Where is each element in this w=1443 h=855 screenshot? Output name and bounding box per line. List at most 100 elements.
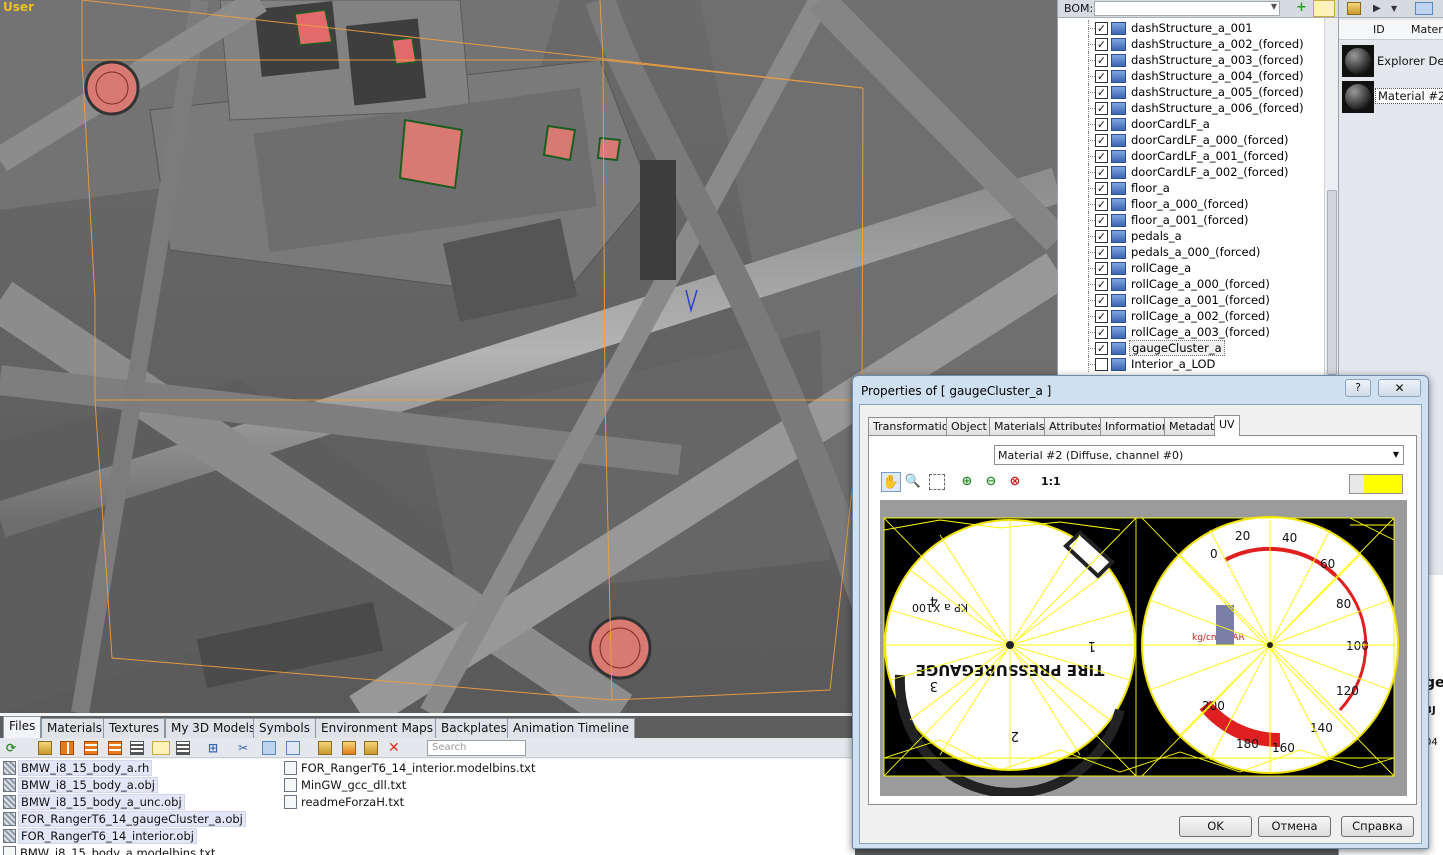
bom-tool-button[interactable] bbox=[1313, 0, 1335, 17]
tab-symbols[interactable]: Symbols bbox=[253, 718, 316, 738]
search-input[interactable]: Search bbox=[427, 740, 526, 756]
cancel-button[interactable]: Отмена bbox=[1258, 816, 1331, 837]
visibility-checkbox[interactable]: ✓ bbox=[1095, 294, 1108, 307]
help-button[interactable]: Справка bbox=[1341, 816, 1414, 837]
uv-canvas[interactable]: TIRE PRESSUREGAUGE KP a X100 1 2 3 4 0 2… bbox=[880, 500, 1407, 796]
visibility-checkbox[interactable]: ✓ bbox=[1095, 86, 1108, 99]
cut-icon[interactable]: ✂ bbox=[238, 741, 252, 755]
tree-item[interactable]: ✓ dashStructure_a_006_(forced) bbox=[1058, 100, 1324, 116]
view-medium-icon[interactable] bbox=[84, 741, 98, 755]
tree-item[interactable]: ✓ doorCardLF_a_001_(forced) bbox=[1058, 148, 1324, 164]
new-folder-icon[interactable] bbox=[318, 741, 332, 755]
visibility-checkbox[interactable]: ✓ bbox=[1095, 214, 1108, 227]
wire-color-picker[interactable] bbox=[1349, 474, 1403, 494]
visibility-checkbox[interactable]: ✓ bbox=[1095, 22, 1108, 35]
visibility-checkbox[interactable]: ✓ bbox=[1095, 54, 1108, 67]
tab-materials[interactable]: Materials bbox=[41, 718, 109, 738]
tab-files[interactable]: Files bbox=[3, 716, 42, 738]
tree-item[interactable]: ✓ rollCage_a_002_(forced) bbox=[1058, 308, 1324, 324]
visibility-checkbox[interactable]: ✓ bbox=[1095, 182, 1108, 195]
visibility-checkbox[interactable]: ✓ bbox=[1095, 102, 1108, 115]
visibility-checkbox[interactable]: ✓ bbox=[1095, 118, 1108, 131]
zoom-in-icon[interactable]: ⊕ bbox=[957, 472, 977, 492]
visibility-checkbox[interactable]: ✓ bbox=[1095, 326, 1108, 339]
visibility-checkbox[interactable]: ✓ bbox=[1095, 262, 1108, 275]
tab-textures[interactable]: Textures bbox=[103, 718, 166, 738]
visibility-checkbox[interactable]: ✓ bbox=[1095, 134, 1108, 147]
tab-attributes[interactable]: Attributes bbox=[1044, 417, 1109, 436]
tab-environment-maps[interactable]: Environment Maps bbox=[315, 718, 440, 738]
tree-item[interactable]: ✓ floor_a bbox=[1058, 180, 1324, 196]
tree-item[interactable]: Interior_a_LOD bbox=[1058, 356, 1324, 372]
refresh-icon[interactable]: ⟳ bbox=[6, 741, 20, 755]
view-large-icon[interactable] bbox=[60, 741, 74, 755]
zoom-out-icon[interactable]: ⊖ bbox=[981, 472, 1001, 492]
material-row[interactable]: Material #2 bbox=[1339, 79, 1443, 115]
visibility-checkbox[interactable] bbox=[1095, 358, 1108, 371]
visibility-checkbox[interactable]: ✓ bbox=[1095, 166, 1108, 179]
open-folder-icon[interactable] bbox=[38, 741, 52, 755]
tree-item[interactable]: ✓ dashStructure_a_002_(forced) bbox=[1058, 36, 1324, 52]
help-icon[interactable]: ? bbox=[1345, 379, 1371, 397]
folder-icon[interactable] bbox=[364, 741, 378, 755]
tree-item[interactable]: ✓ pedals_a_000_(forced) bbox=[1058, 244, 1324, 260]
tree-item[interactable]: ✓ rollCage_a_000_(forced) bbox=[1058, 276, 1324, 292]
tree-item[interactable]: ✓ doorCardLF_a_000_(forced) bbox=[1058, 132, 1324, 148]
zoom-fit-icon[interactable]: ⊗ bbox=[1005, 472, 1025, 492]
folder-up-icon[interactable] bbox=[342, 741, 356, 755]
view-toggle-icon[interactable] bbox=[1415, 2, 1433, 15]
tree-item[interactable]: ✓ floor_a_001_(forced) bbox=[1058, 212, 1324, 228]
visibility-checkbox[interactable]: ✓ bbox=[1095, 310, 1108, 323]
ok-button[interactable]: OK bbox=[1179, 816, 1252, 837]
tab-information[interactable]: Information bbox=[1100, 417, 1174, 436]
zoom-ratio[interactable]: 1:1 bbox=[1041, 475, 1061, 488]
tree-item[interactable]: ✓ doorCardLF_a bbox=[1058, 116, 1324, 132]
visibility-checkbox[interactable]: ✓ bbox=[1095, 150, 1108, 163]
tree-item[interactable]: ✓ rollCage_a_003_(forced) bbox=[1058, 324, 1324, 340]
visibility-checkbox[interactable]: ✓ bbox=[1095, 70, 1108, 83]
tree-item[interactable]: ✓ dashStructure_a_001 bbox=[1058, 20, 1324, 36]
tree-item[interactable]: ✓ dashStructure_a_005_(forced) bbox=[1058, 84, 1324, 100]
tab-object[interactable]: Object bbox=[946, 417, 992, 436]
view-details-icon[interactable] bbox=[152, 741, 170, 755]
tree-item[interactable]: ✓ dashStructure_a_003_(forced) bbox=[1058, 52, 1324, 68]
column-id[interactable]: ID bbox=[1373, 23, 1385, 36]
visibility-checkbox[interactable]: ✓ bbox=[1095, 38, 1108, 51]
visibility-checkbox[interactable]: ✓ bbox=[1095, 198, 1108, 211]
play-icon[interactable]: ▶ bbox=[1373, 2, 1387, 15]
delete-icon[interactable]: ✕ bbox=[388, 741, 402, 755]
view-list-icon[interactable] bbox=[130, 741, 144, 755]
zoom-region-icon[interactable] bbox=[929, 474, 945, 490]
folder-icon[interactable] bbox=[1347, 2, 1361, 15]
tree-item[interactable]: ✓ rollCage_a bbox=[1058, 260, 1324, 276]
tree-item[interactable]: ✓ floor_a_000_(forced) bbox=[1058, 196, 1324, 212]
tree-scroll-thumb[interactable] bbox=[1327, 190, 1337, 375]
tab-materials[interactable]: Materials bbox=[989, 417, 1050, 436]
column-material[interactable]: Materia bbox=[1411, 23, 1443, 36]
uv-channel-select[interactable]: Material #2 (Diffuse, channel #0) ▼ bbox=[994, 445, 1404, 465]
zoom-icon[interactable]: 🔍 bbox=[903, 472, 923, 492]
bom-combo[interactable]: ▼ bbox=[1094, 1, 1280, 16]
view-thumb-icon[interactable] bbox=[176, 741, 190, 755]
paste-icon[interactable] bbox=[286, 741, 300, 755]
tab-backplates[interactable]: Backplates bbox=[435, 718, 513, 738]
tree-item[interactable]: ✓ pedals_a bbox=[1058, 228, 1324, 244]
plus-icon[interactable]: + bbox=[1294, 1, 1309, 16]
tree-scrollbar[interactable] bbox=[1324, 18, 1339, 380]
tab-uv[interactable]: UV bbox=[1214, 415, 1240, 436]
tree-item[interactable]: ✓ gaugeCluster_a bbox=[1058, 340, 1324, 356]
view-small-icon[interactable] bbox=[108, 741, 122, 755]
close-icon[interactable]: ✕ bbox=[1378, 379, 1421, 397]
visibility-checkbox[interactable]: ✓ bbox=[1095, 246, 1108, 259]
tree-item[interactable]: ✓ rollCage_a_001_(forced) bbox=[1058, 292, 1324, 308]
tree-item[interactable]: ✓ dashStructure_a_004_(forced) bbox=[1058, 68, 1324, 84]
pan-hand-icon[interactable]: ✋ bbox=[881, 472, 901, 492]
copy-icon[interactable] bbox=[262, 741, 276, 755]
visibility-checkbox[interactable]: ✓ bbox=[1095, 230, 1108, 243]
scene-tree[interactable]: ✓ dashStructure_a_001 ✓ dashStructure_a_002… bbox=[1058, 18, 1324, 380]
file-list[interactable]: BMW_i8_15_body_a.rh BMW_i8_15_body_a.obj B… bbox=[0, 759, 855, 855]
grid-icon[interactable]: ⊞ bbox=[208, 741, 222, 755]
visibility-checkbox[interactable]: ✓ bbox=[1095, 342, 1108, 355]
material-row[interactable]: Explorer Defa bbox=[1339, 43, 1443, 79]
tab-my-3d-models[interactable]: My 3D Models bbox=[165, 718, 262, 738]
